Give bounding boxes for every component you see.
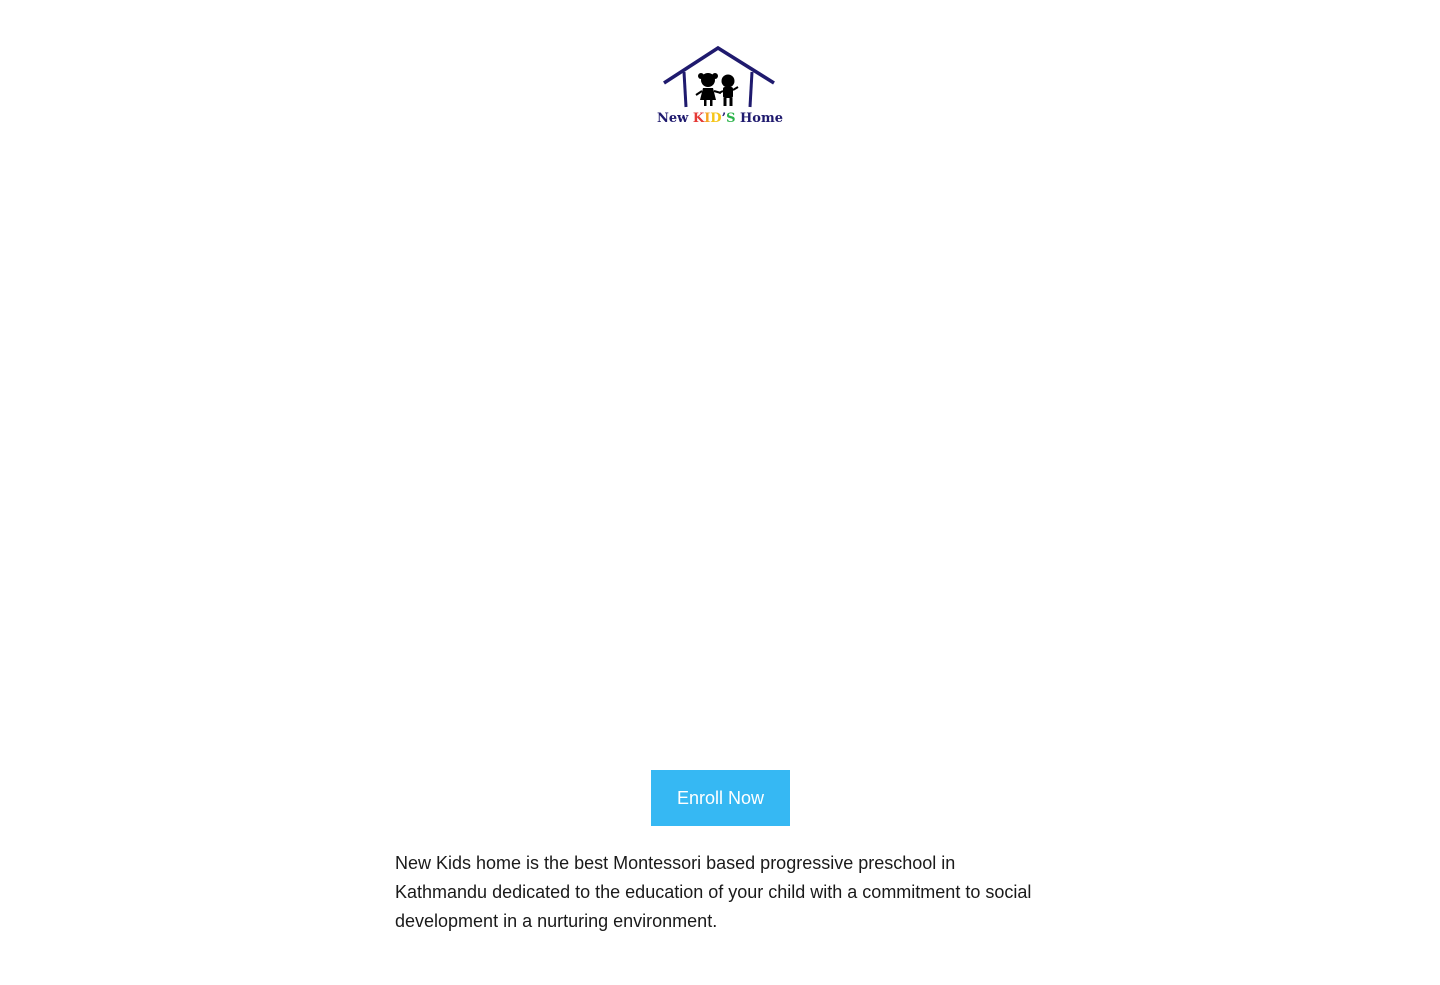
page: New KID’S Home Enroll Now New Kids home … (0, 0, 1440, 985)
intro-paragraph: New Kids home is the best Montessori bas… (395, 853, 1032, 931)
hero-area (0, 150, 1440, 750)
kids-house-logo-icon: New KID’S Home (657, 45, 783, 126)
enroll-now-button[interactable]: Enroll Now (651, 770, 790, 826)
site-logo[interactable]: New KID’S Home (656, 44, 784, 128)
logo-text: New KID’S Home (657, 111, 783, 126)
